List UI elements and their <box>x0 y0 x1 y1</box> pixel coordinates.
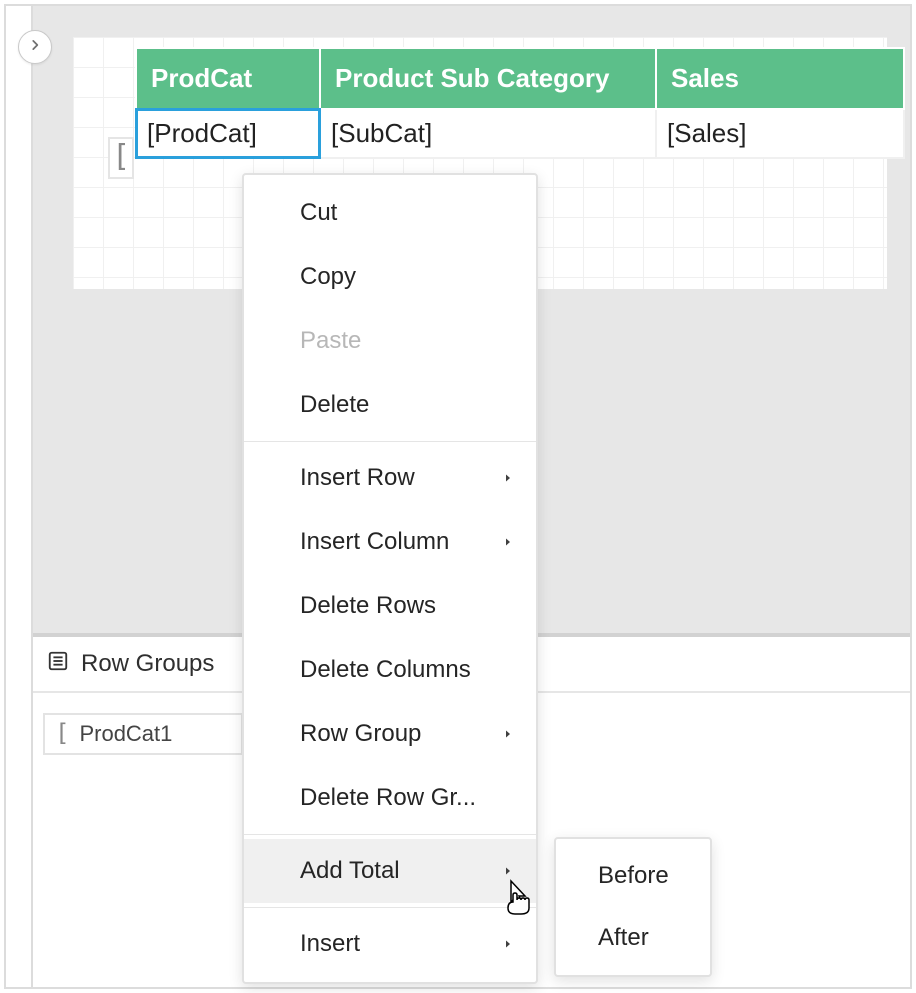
expand-panel-button[interactable] <box>18 30 52 64</box>
menu-delete[interactable]: Delete <box>244 373 536 437</box>
menu-separator <box>244 834 536 835</box>
menu-delete-row-group[interactable]: Delete Row Gr... <box>244 766 536 830</box>
chevron-right-icon <box>502 472 514 484</box>
menu-separator <box>244 441 536 442</box>
add-total-submenu: Before After <box>554 837 712 977</box>
menu-paste: Paste <box>244 309 536 373</box>
row-group-item-label: ProdCat1 <box>79 721 172 747</box>
tablix[interactable]: ProdCat Product Sub Category Sales [Prod… <box>135 47 905 159</box>
chevron-right-icon <box>502 536 514 548</box>
screenshot-root: [ ProdCat Product Sub Category Sales [Pr… <box>0 0 916 993</box>
chevron-right-icon <box>502 938 514 950</box>
row-groups-icon <box>47 650 69 679</box>
submenu-before[interactable]: Before <box>556 845 710 907</box>
menu-delete-rows[interactable]: Delete Rows <box>244 574 536 638</box>
tablix-header-row: ProdCat Product Sub Category Sales <box>136 48 904 109</box>
column-header-prodcat[interactable]: ProdCat <box>136 48 320 109</box>
menu-delete-columns[interactable]: Delete Columns <box>244 638 536 702</box>
bracket-icon: [ <box>112 142 130 172</box>
cell-prodcat[interactable]: [ProdCat] <box>136 109 320 158</box>
menu-copy[interactable]: Copy <box>244 245 536 309</box>
context-menu: Cut Copy Paste Delete Insert Row Insert … <box>242 173 538 984</box>
submenu-after[interactable]: After <box>556 907 710 969</box>
menu-cut[interactable]: Cut <box>244 181 536 245</box>
menu-insert-row[interactable]: Insert Row <box>244 446 536 510</box>
menu-separator <box>244 907 536 908</box>
row-group-item[interactable]: [ ProdCat1 <box>43 713 243 755</box>
row-groups-title: Row Groups <box>81 650 214 678</box>
column-header-subcat[interactable]: Product Sub Category <box>320 48 656 109</box>
menu-insert-column[interactable]: Insert Column <box>244 510 536 574</box>
menu-insert[interactable]: Insert <box>244 912 536 976</box>
chevron-right-icon <box>502 728 514 740</box>
row-group-handle[interactable]: [ <box>108 137 134 179</box>
window-frame: [ ProdCat Product Sub Category Sales [Pr… <box>4 4 912 989</box>
cell-sales[interactable]: [Sales] <box>656 109 904 158</box>
column-header-sales[interactable]: Sales <box>656 48 904 109</box>
cell-subcat[interactable]: [SubCat] <box>320 109 656 158</box>
bracket-icon: [ <box>55 721 69 745</box>
chevron-right-icon <box>28 38 42 57</box>
menu-add-total[interactable]: Add Total <box>244 839 536 903</box>
chevron-right-icon <box>502 865 514 877</box>
tablix-data-row: [ProdCat] [SubCat] [Sales] <box>136 109 904 158</box>
menu-row-group[interactable]: Row Group <box>244 702 536 766</box>
